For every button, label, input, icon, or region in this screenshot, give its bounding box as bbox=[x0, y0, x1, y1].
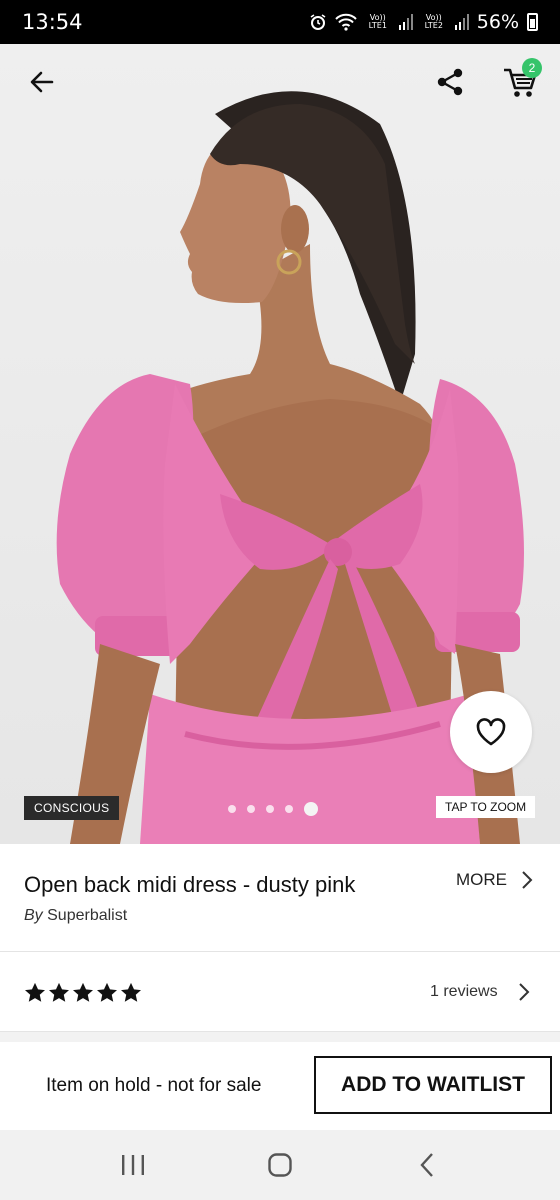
star-icon bbox=[73, 982, 93, 1002]
share-button[interactable] bbox=[430, 62, 470, 102]
signal-icon-2 bbox=[454, 14, 469, 30]
product-image-gallery[interactable]: 2 CONSCIOUS TAP TO ZOOM bbox=[0, 44, 560, 844]
status-time: 13:54 bbox=[22, 10, 83, 34]
reviews-count: 1 reviews bbox=[430, 983, 498, 1000]
by-label: By bbox=[24, 907, 43, 924]
hold-status-text: Item on hold - not for sale bbox=[46, 1075, 262, 1096]
star-icon bbox=[25, 982, 45, 1002]
purchase-bar: Item on hold - not for sale ADD TO WAITL… bbox=[0, 1042, 560, 1130]
product-brand-line: By Superbalist bbox=[24, 907, 127, 925]
status-icons: Vo)) LTE1 Vo)) LTE2 56% bbox=[309, 11, 538, 33]
back-icon bbox=[420, 1153, 433, 1177]
battery-icon bbox=[527, 13, 538, 31]
battery-text: 56% bbox=[476, 11, 519, 33]
network-1: Vo)) LTE1 bbox=[368, 13, 387, 30]
network-2: Vo)) LTE2 bbox=[424, 13, 443, 30]
product-title: Open back midi dress - dusty pink bbox=[24, 872, 356, 897]
product-info: Open back midi dress - dusty pink By Sup… bbox=[0, 844, 560, 952]
share-icon bbox=[437, 68, 463, 96]
signal-icon bbox=[398, 14, 413, 30]
reviews-row[interactable]: 1 reviews bbox=[0, 952, 560, 1032]
brand-link[interactable]: Superbalist bbox=[47, 907, 127, 924]
reviews-link[interactable]: 1 reviews bbox=[430, 982, 530, 1002]
star-icon bbox=[49, 982, 69, 1002]
home-button[interactable] bbox=[250, 1140, 310, 1190]
heart-icon bbox=[476, 718, 506, 746]
gallery-dot[interactable] bbox=[247, 805, 255, 813]
system-back-button[interactable] bbox=[397, 1140, 457, 1190]
system-nav-bar bbox=[0, 1130, 560, 1200]
arrow-left-icon bbox=[30, 71, 54, 93]
cart-button[interactable]: 2 bbox=[498, 58, 542, 104]
gallery-dot[interactable] bbox=[228, 805, 236, 813]
gallery-dot[interactable] bbox=[285, 805, 293, 813]
cart-count-badge: 2 bbox=[522, 58, 542, 78]
gallery-dot-active[interactable] bbox=[304, 802, 318, 816]
back-button[interactable] bbox=[22, 62, 62, 102]
wishlist-button[interactable] bbox=[450, 691, 532, 773]
gallery-dot[interactable] bbox=[266, 805, 274, 813]
star-icon bbox=[97, 982, 117, 1002]
add-to-waitlist-button[interactable]: ADD TO WAITLIST bbox=[314, 1056, 552, 1114]
chevron-right-icon bbox=[522, 871, 533, 889]
recent-apps-button[interactable] bbox=[103, 1140, 163, 1190]
home-icon bbox=[268, 1153, 292, 1177]
tap-to-zoom-hint[interactable]: TAP TO ZOOM bbox=[436, 796, 536, 818]
status-bar: 13:54 Vo)) LTE1 Vo)) LTE2 56% bbox=[0, 0, 560, 44]
more-label: MORE bbox=[456, 870, 507, 889]
recent-apps-icon bbox=[122, 1155, 145, 1175]
gallery-pagination[interactable] bbox=[228, 802, 318, 816]
chevron-right-icon bbox=[518, 983, 529, 1001]
star-icon bbox=[121, 982, 141, 1002]
star-rating bbox=[24, 982, 142, 1004]
wifi-icon bbox=[335, 13, 357, 31]
more-button[interactable]: MORE bbox=[456, 870, 533, 890]
alarm-icon bbox=[309, 13, 327, 31]
conscious-badge: CONSCIOUS bbox=[24, 796, 120, 820]
section-divider bbox=[0, 1032, 560, 1042]
